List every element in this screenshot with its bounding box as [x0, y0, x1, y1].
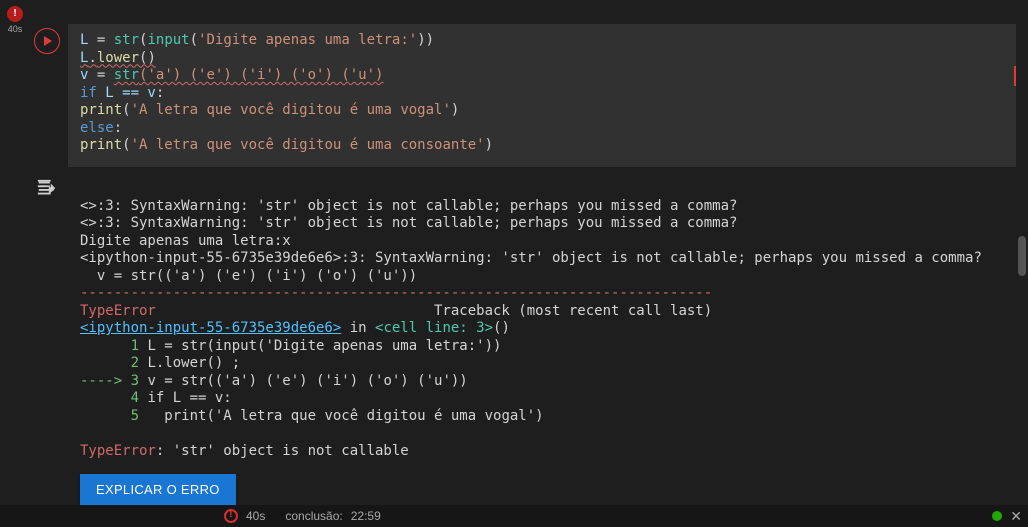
- tb-arrow: ---->: [80, 373, 131, 389]
- final-error-type: TypeError: [80, 443, 156, 459]
- scrollbar-thumb[interactable]: [1018, 236, 1026, 276]
- code-token: ('a') ('e') ('i') ('o') ('u'): [139, 67, 383, 83]
- tb-lineno: 3: [131, 373, 139, 389]
- tb-src: L = str(input('Digite apenas uma letra:'…: [139, 338, 501, 354]
- code-token: =: [88, 67, 113, 83]
- kernel-status-icon[interactable]: [992, 511, 1002, 521]
- code-token: print: [80, 137, 122, 153]
- tb-lineno: 1: [80, 338, 139, 354]
- final-error-msg: : 'str' object is not callable: [156, 443, 409, 459]
- status-completion-time: 22:59: [351, 509, 381, 523]
- notebook-cell: L = str(input('Digite apenas uma letra:'…: [30, 4, 1024, 505]
- code-token: :: [114, 120, 122, 136]
- traceback-in: in: [341, 320, 375, 336]
- rail-time-label: 40s: [0, 24, 30, 34]
- output-line: <>:3: SyntaxWarning: 'str' object is not…: [80, 198, 737, 214]
- code-token: print: [80, 102, 122, 118]
- code-token: :: [156, 85, 164, 101]
- tb-lineno: 5: [80, 408, 139, 424]
- code-token: =: [88, 32, 113, 48]
- status-time: 40s: [246, 509, 265, 523]
- explain-error-button[interactable]: EXPLICAR O ERRO: [80, 474, 236, 505]
- tb-src: L.lower() ;: [139, 355, 240, 371]
- scrollbar-track[interactable]: [1016, 18, 1028, 502]
- code-token: (: [122, 102, 130, 118]
- left-rail: ! 40s: [0, 0, 30, 505]
- traceback-parens: (): [493, 320, 510, 336]
- tb-lineno: 2: [80, 355, 139, 371]
- close-icon[interactable]: ✕: [1010, 508, 1022, 525]
- output-icon[interactable]: [34, 176, 60, 202]
- code-token: (: [122, 137, 130, 153]
- cell-output: <>:3: SyntaxWarning: 'str' object is not…: [68, 176, 1020, 527]
- traceback-divider: ----------------------------------------…: [80, 285, 712, 301]
- code-token: str: [114, 32, 139, 48]
- status-right: ✕: [992, 508, 1022, 525]
- code-token: (): [139, 50, 156, 66]
- code-editor[interactable]: L = str(input('Digite apenas uma letra:'…: [68, 24, 1020, 167]
- tb-src: v = str(('a') ('e') ('i') ('o') ('u')): [139, 373, 468, 389]
- status-left: 40s conclusão: 22:59: [224, 509, 381, 523]
- code-token: str: [114, 67, 139, 83]
- status-completion-label: conclusão:: [285, 509, 342, 523]
- code-token: )): [417, 32, 434, 48]
- code-token: L == v: [97, 85, 156, 101]
- code-token: 'A letra que você digitou é uma consoant…: [131, 137, 485, 153]
- status-bar: 40s conclusão: 22:59 ✕: [0, 505, 1028, 527]
- tb-src: print('A letra que você digitou é uma vo…: [139, 408, 544, 424]
- traceback-header-rest: Traceback (most recent call last): [156, 303, 712, 319]
- tb-src: if L == v:: [139, 390, 232, 406]
- output-line: <>:3: SyntaxWarning: 'str' object is not…: [80, 215, 737, 231]
- play-icon: [44, 36, 52, 46]
- code-token: 'A letra que você digitou é uma vogal': [131, 102, 451, 118]
- output-line: v = str(('a') ('e') ('i') ('o') ('u')): [80, 268, 417, 284]
- code-token: if: [80, 85, 97, 101]
- code-token: else: [80, 120, 114, 136]
- code-token: .: [88, 50, 96, 66]
- code-token: input: [147, 32, 189, 48]
- tb-lineno: 4: [80, 390, 139, 406]
- traceback-cell: <cell line: 3>: [375, 320, 493, 336]
- code-token: lower: [97, 50, 139, 66]
- traceback-link[interactable]: <ipython-input-55-6735e39de6e6>: [80, 320, 341, 336]
- error-badge: !: [7, 6, 23, 22]
- code-token: (: [190, 32, 198, 48]
- code-token: ): [451, 102, 459, 118]
- output-line: Digite apenas uma letra:x: [80, 233, 291, 249]
- traceback-header-error: TypeError: [80, 303, 156, 319]
- output-line: <ipython-input-55-6735e39de6e6>:3: Synta…: [80, 250, 982, 266]
- code-token: 'Digite apenas uma letra:': [198, 32, 417, 48]
- run-cell-button[interactable]: [34, 28, 60, 54]
- status-error-icon[interactable]: [224, 509, 238, 523]
- code-token: ): [485, 137, 493, 153]
